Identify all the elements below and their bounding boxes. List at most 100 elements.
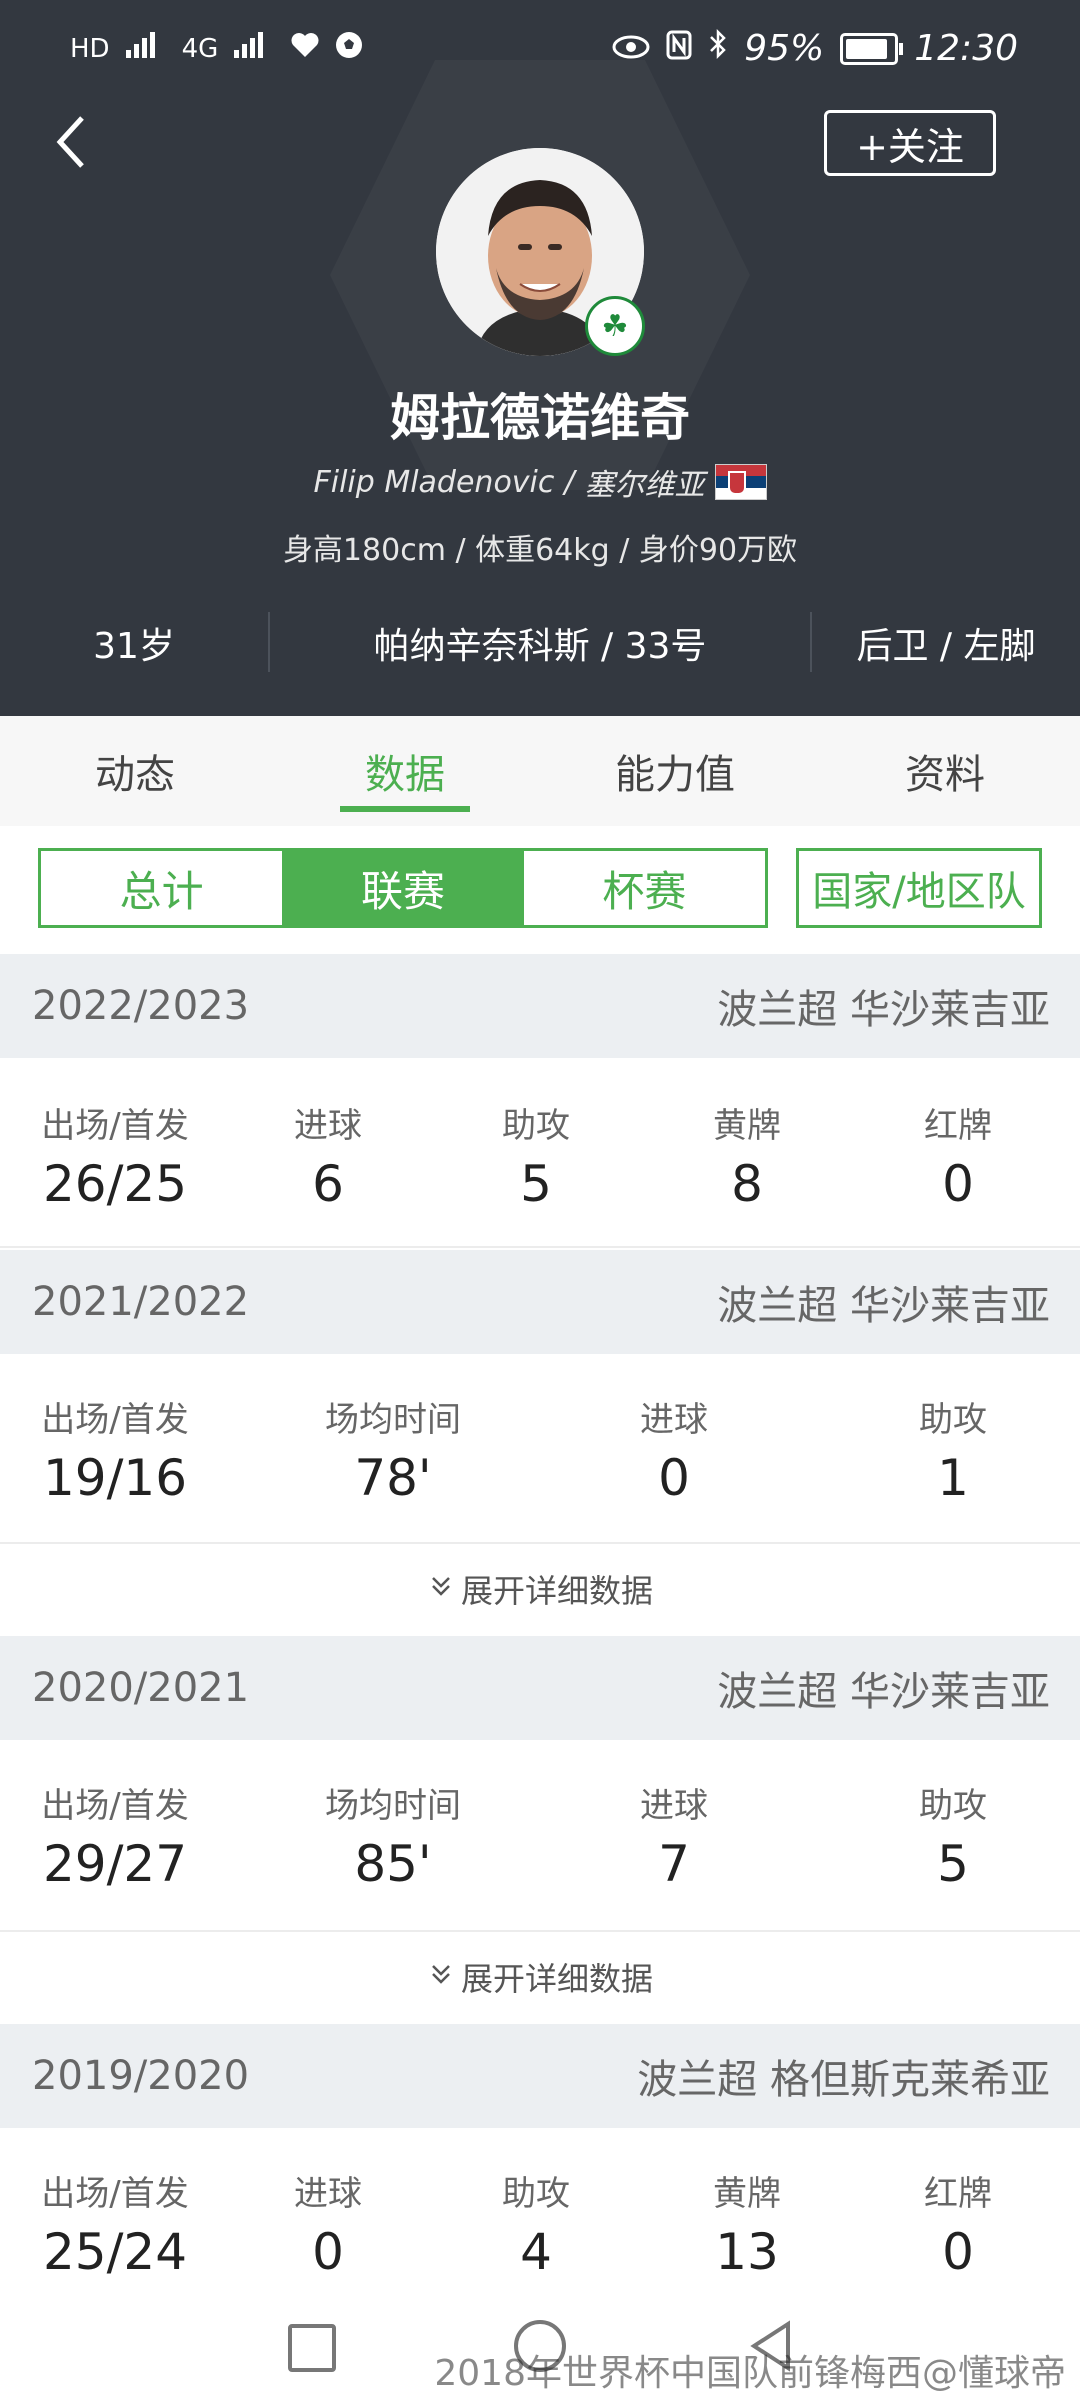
stat-label: 进球	[640, 1400, 708, 1440]
clock: 12:30	[914, 28, 1018, 69]
status-bar: HD 4G 95% 12:30	[0, 0, 1080, 100]
stat-goals: 进球 0	[574, 1392, 774, 1507]
stat-label: 场均时间	[325, 1400, 461, 1440]
divider	[0, 1930, 1080, 1932]
player-age: 31岁	[93, 626, 175, 667]
stat-assists: 助攻 4	[436, 2166, 636, 2281]
tab-activity[interactable]: 动态	[0, 716, 270, 826]
filter-league[interactable]: 联赛	[282, 851, 524, 925]
signal-icon-2	[232, 30, 276, 67]
status-left: HD 4G	[70, 30, 364, 67]
stat-value: 0	[942, 1155, 974, 1213]
season-league: 波兰超 格但斯克莱希亚	[637, 2057, 1050, 2103]
divider	[0, 1542, 1080, 1544]
stat-value: 25/24	[42, 2223, 188, 2281]
player-subtitle: Filip Mladenovic / 塞尔维亚	[0, 460, 1080, 504]
body-info: 身高180cm / 体重64kg / 身价90万欧	[282, 533, 798, 568]
info-divider	[268, 612, 270, 672]
stat-label: 出场/首发	[41, 1106, 189, 1146]
stat-value: 19/16	[42, 1449, 188, 1507]
stat-label: 出场/首发	[41, 2174, 189, 2214]
stat-goals: 进球 7	[574, 1778, 774, 1893]
stat-assists: 助攻 1	[853, 1392, 1053, 1507]
stat-assists: 助攻 5	[436, 1098, 636, 1213]
season-header: 2019/2020 波兰超 格但斯克莱希亚	[0, 2024, 1080, 2128]
club-number[interactable]: 帕纳辛奈科斯 / 33号	[270, 608, 810, 678]
serbia-flag-icon	[714, 464, 767, 500]
season-year: 2022/2023	[32, 983, 250, 1029]
heart-icon	[290, 31, 320, 66]
hd-icon: HD	[70, 33, 110, 64]
stat-value: 5	[520, 1155, 552, 1213]
stat-label: 助攻	[919, 1786, 987, 1826]
stat-value: 13	[715, 2223, 779, 2281]
stat-appearances: 出场/首发 26/25	[15, 1098, 215, 1213]
stat-value: 0	[658, 1449, 690, 1507]
stat-label: 黄牌	[713, 1106, 781, 1146]
stat-avg-minutes: 场均时间 78'	[293, 1392, 493, 1507]
stat-label: 红牌	[924, 1106, 992, 1146]
stat-value: 78'	[354, 1449, 432, 1507]
follow-button[interactable]: +关注	[824, 110, 996, 176]
tab-profile[interactable]: 资料	[810, 716, 1080, 826]
filter-national-team[interactable]: 国家/地区队	[796, 848, 1042, 928]
season-year: 2021/2022	[32, 1279, 250, 1325]
stat-label: 助攻	[502, 1106, 570, 1146]
divider	[0, 1246, 1080, 1248]
stat-appearances: 出场/首发 19/16	[15, 1392, 215, 1507]
battery-fill	[846, 38, 887, 59]
bluetooth-icon	[708, 28, 728, 69]
stat-label: 助攻	[502, 2174, 570, 2214]
season-league: 波兰超 华沙莱吉亚	[717, 1283, 1050, 1329]
network-4g-label: 4G	[181, 33, 219, 64]
expand-details-button[interactable]: 展开详细数据	[0, 1934, 1080, 2020]
season-header: 2020/2021 波兰超 华沙莱吉亚	[0, 1636, 1080, 1740]
stat-goals: 进球 0	[228, 2166, 428, 2281]
season-header: 2021/2022 波兰超 华沙莱吉亚	[0, 1250, 1080, 1354]
stat-label: 进球	[640, 1786, 708, 1826]
season-league: 波兰超 华沙莱吉亚	[717, 1669, 1050, 1715]
stat-label: 进球	[294, 1106, 362, 1146]
tab-bar: 动态 数据 能力值 资料	[0, 716, 1080, 826]
player-info-row: 31岁 帕纳辛奈科斯 / 33号 后卫 / 左脚	[0, 608, 1080, 678]
season-year: 2019/2020	[32, 2053, 250, 2099]
stat-red-cards: 红牌 0	[858, 2166, 1058, 2281]
signal-icon	[124, 30, 168, 67]
watermark: 2018年世界杯中国队前锋梅西@懂球帝	[434, 2353, 1066, 2394]
stat-yellow-cards: 黄牌 8	[647, 1098, 847, 1213]
position-foot: 后卫 / 左脚	[856, 626, 1036, 667]
player-name: 姆拉德诺维奇	[390, 389, 690, 447]
info-divider	[810, 612, 812, 672]
stat-value: 4	[520, 2223, 552, 2281]
season-league: 波兰超 华沙莱吉亚	[717, 987, 1050, 1033]
stat-value: 26/25	[42, 1155, 188, 1213]
stat-value: 85'	[354, 1835, 432, 1893]
filter-total[interactable]: 总计	[41, 851, 282, 925]
club-badge-icon: ☘	[585, 296, 645, 356]
stat-value: 7	[658, 1835, 690, 1893]
stat-value: 0	[312, 2223, 344, 2281]
season-year: 2020/2021	[32, 1665, 250, 1711]
filter-cup[interactable]: 杯赛	[524, 851, 765, 925]
expand-label: 展开详细数据	[460, 1960, 653, 1998]
back-arrow-icon[interactable]	[52, 110, 92, 174]
nfc-icon	[666, 28, 692, 69]
stat-label: 红牌	[924, 2174, 992, 2214]
stat-value: 8	[731, 1155, 763, 1213]
stat-value: 0	[942, 2223, 974, 2281]
recent-apps-icon[interactable]	[288, 2324, 336, 2372]
stat-label: 出场/首发	[41, 1400, 189, 1440]
stat-red-cards: 红牌 0	[858, 1098, 1058, 1213]
stat-yellow-cards: 黄牌 13	[647, 2166, 847, 2281]
english-name: Filip Mladenovic	[313, 464, 555, 500]
expand-label: 展开详细数据	[460, 1572, 653, 1610]
active-tab-indicator	[340, 806, 470, 812]
expand-details-button[interactable]: 展开详细数据	[0, 1546, 1080, 1632]
player-header: HD 4G 95% 12:30 +关注 ☘ 姆拉德诺维奇 Filip Mlade…	[0, 0, 1080, 716]
tab-ability[interactable]: 能力值	[540, 716, 810, 826]
stat-label: 助攻	[919, 1400, 987, 1440]
soccer-icon	[334, 30, 364, 67]
slash-separator: /	[564, 464, 575, 500]
stat-value: 5	[937, 1835, 969, 1893]
stat-value: 29/27	[42, 1835, 188, 1893]
